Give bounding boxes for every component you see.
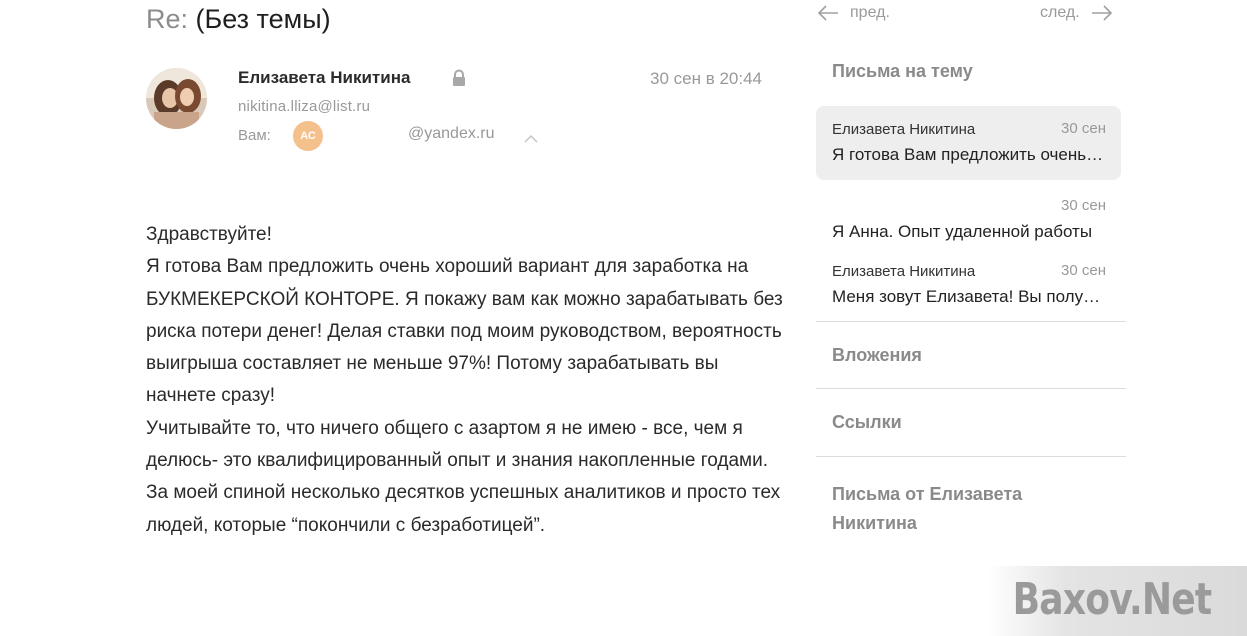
message-date: 30 сен в 20:44 [650, 69, 762, 88]
divider [816, 388, 1126, 389]
thread-date: 30 сен [1061, 197, 1106, 214]
attachments-link[interactable]: Вложения [832, 345, 922, 366]
body-paragraph: За моей спиной несколько десятков успешн… [146, 482, 781, 536]
thread-item[interactable]: Елизавета Никитина 30 сен Меня зовут Ели… [816, 248, 1121, 322]
arrow-left-icon [817, 5, 838, 21]
thread-date: 30 сен [1061, 120, 1106, 137]
recipient-avatar[interactable]: АС [293, 121, 323, 151]
message-subject: Re: (Без темы) [146, 4, 331, 35]
recipient-email[interactable]: @yandex.ru [408, 125, 495, 143]
prev-message-link[interactable]: пред. [816, 0, 890, 26]
watermark-text: Baxov.Net [1012, 574, 1212, 625]
thread-section-title: Письма на тему [832, 61, 973, 81]
next-label: след. [1040, 4, 1080, 21]
prev-label: пред. [850, 4, 890, 21]
chevron-up-icon[interactable] [523, 131, 539, 143]
subject-prefix: Re: [146, 4, 189, 34]
watermark: Baxov.Net [987, 566, 1247, 636]
divider [816, 321, 1126, 322]
sender-avatar[interactable] [146, 68, 207, 129]
arrow-right-icon [1091, 5, 1112, 21]
body-paragraph: Учитывайте то, что ничего общего с азарт… [146, 417, 768, 472]
thread-item[interactable]: Елизавета Никитина 30 сен Я готова Вам п… [816, 106, 1121, 180]
message-body: Здравствуйте! Я готова Вам предложить оч… [146, 219, 786, 542]
divider [816, 456, 1126, 457]
body-paragraph: Я готова Вам предложить очень хороший ва… [146, 256, 783, 407]
next-message-link[interactable]: след. [1040, 0, 1114, 26]
thread-snippet: Я готова Вам предложить очень хороший ва… [832, 145, 1107, 164]
thread-date: 30 сен [1061, 262, 1106, 279]
thread-item[interactable]: 30 сен Я Анна. Опыт удаленной работы [816, 183, 1121, 257]
links-link[interactable]: Ссылки [832, 412, 902, 433]
thread-sender: Елизавета Никитина [832, 121, 976, 138]
thread-snippet: Я Анна. Опыт удаленной работы [832, 222, 1093, 241]
subject-text: (Без темы) [195, 4, 331, 34]
thread-sender: Елизавета Никитина [832, 263, 976, 280]
body-paragraph: Здравствуйте! [146, 224, 272, 245]
sender-email[interactable]: nikitina.lliza@list.ru [238, 98, 370, 115]
sender-name[interactable]: Елизавета Никитина [238, 68, 410, 88]
to-label: Вам: [238, 127, 271, 144]
thread-snippet: Меня зовут Елизавета! Вы получили [832, 287, 1107, 306]
lock-icon [451, 69, 467, 87]
sender-letters-link[interactable]: Письма от Елизавета Никитина [832, 480, 1072, 538]
